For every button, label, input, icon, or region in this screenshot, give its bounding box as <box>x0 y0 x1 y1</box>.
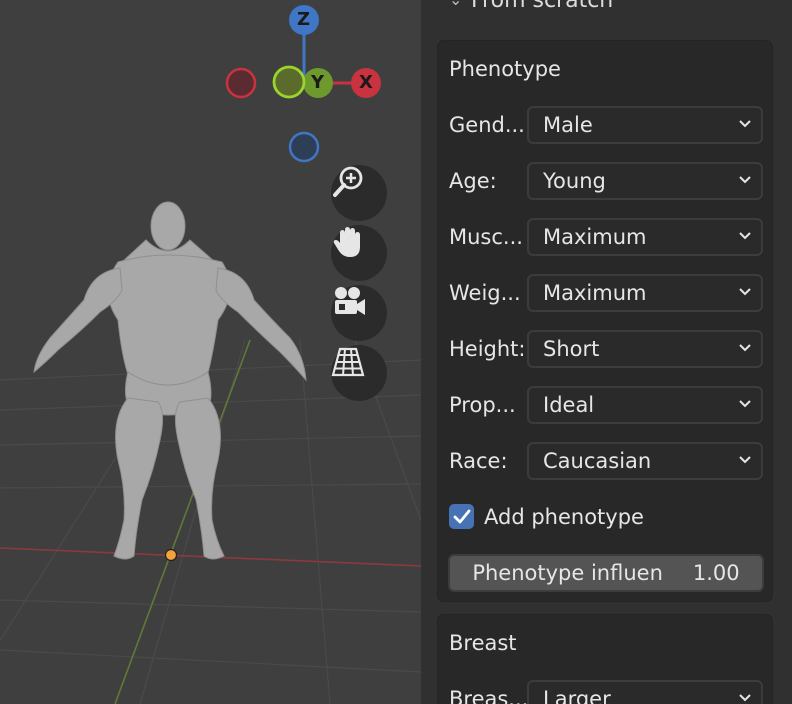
3d-viewport[interactable]: Z X Y <box>0 0 421 704</box>
add-phenotype-row[interactable]: Add phenotype <box>449 504 644 529</box>
age-label: Age: <box>449 169 497 193</box>
phenotype-influence-value: 1.00 <box>692 561 740 585</box>
x-axis-label: X <box>359 72 373 93</box>
origin-point[interactable] <box>164 548 178 562</box>
chevron-down-icon <box>739 120 751 128</box>
camera-view-button[interactable] <box>331 285 387 341</box>
pan-button[interactable] <box>331 225 387 281</box>
hand-pan-icon <box>333 227 360 257</box>
breast-size-dropdown[interactable]: Larger <box>527 680 763 704</box>
gender-dropdown[interactable]: Male <box>527 106 763 144</box>
add-phenotype-checkbox[interactable] <box>449 504 474 529</box>
breast-size-label: Breas... <box>449 687 527 704</box>
neg-x-handle[interactable] <box>225 67 257 99</box>
chevron-down-icon <box>739 400 751 408</box>
chevron-down-icon <box>739 694 751 702</box>
phenotype-title[interactable]: Phenotype <box>449 57 561 81</box>
muscle-label: Musc... <box>449 225 523 249</box>
chevron-down-icon <box>739 232 751 240</box>
z-axis-label: Z <box>297 9 311 30</box>
race-dropdown[interactable]: Caucasian <box>527 442 763 480</box>
breast-panel: Breast Breas... Larger <box>437 614 773 704</box>
height-label: Height: <box>449 337 526 361</box>
properties-sidebar: ⌄ From scratch Phenotype Gend... Male Ag… <box>421 0 792 704</box>
chevron-down-icon: ⌄ <box>449 0 462 9</box>
weight-value: Maximum <box>543 281 647 305</box>
race-value: Caucasian <box>543 449 652 473</box>
from-scratch-label: From scratch <box>471 0 614 13</box>
chevron-down-icon <box>739 456 751 464</box>
weight-label: Weig... <box>449 281 521 305</box>
perspective-grid-icon <box>331 347 365 377</box>
perspective-toggle-button[interactable] <box>331 345 387 401</box>
checkmark-icon <box>453 509 470 523</box>
camera-icon <box>335 287 365 315</box>
chevron-down-icon <box>739 176 751 184</box>
proportions-label: Prop... <box>449 393 516 417</box>
blender-window: Z X Y From scratch Phenotype Gend... Mal… <box>0 0 792 704</box>
age-dropdown[interactable]: Young <box>527 162 763 200</box>
from-scratch-header[interactable]: ⌄ From scratch <box>449 0 614 14</box>
phenotype-influence-slider[interactable]: Phenotype influen 1.00 <box>448 554 764 592</box>
zoom-icon <box>333 166 363 197</box>
race-label: Race: <box>449 449 508 473</box>
chevron-down-icon <box>739 344 751 352</box>
chevron-down-icon <box>739 288 751 296</box>
zoom-button[interactable] <box>331 165 387 221</box>
human-mesh[interactable] <box>33 201 307 560</box>
neg-y-handle[interactable] <box>272 65 306 99</box>
height-dropdown[interactable]: Short <box>527 330 763 368</box>
neg-z-handle[interactable] <box>288 131 320 163</box>
add-phenotype-label: Add phenotype <box>484 504 644 529</box>
weight-dropdown[interactable]: Maximum <box>527 274 763 312</box>
proportions-value: Ideal <box>543 393 595 417</box>
gender-label: Gend... <box>449 113 525 137</box>
breast-size-value: Larger <box>543 687 611 704</box>
height-value: Short <box>543 337 600 361</box>
y-axis-label: Y <box>311 72 325 93</box>
muscle-dropdown[interactable]: Maximum <box>527 218 763 256</box>
breast-title[interactable]: Breast <box>449 631 517 655</box>
proportions-dropdown[interactable]: Ideal <box>527 386 763 424</box>
gender-value: Male <box>543 113 593 137</box>
phenotype-panel: Phenotype Gend... Male Age: Young Musc..… <box>437 40 773 602</box>
muscle-value: Maximum <box>543 225 647 249</box>
phenotype-influence-label: Phenotype influen <box>472 561 663 585</box>
age-value: Young <box>543 169 606 193</box>
